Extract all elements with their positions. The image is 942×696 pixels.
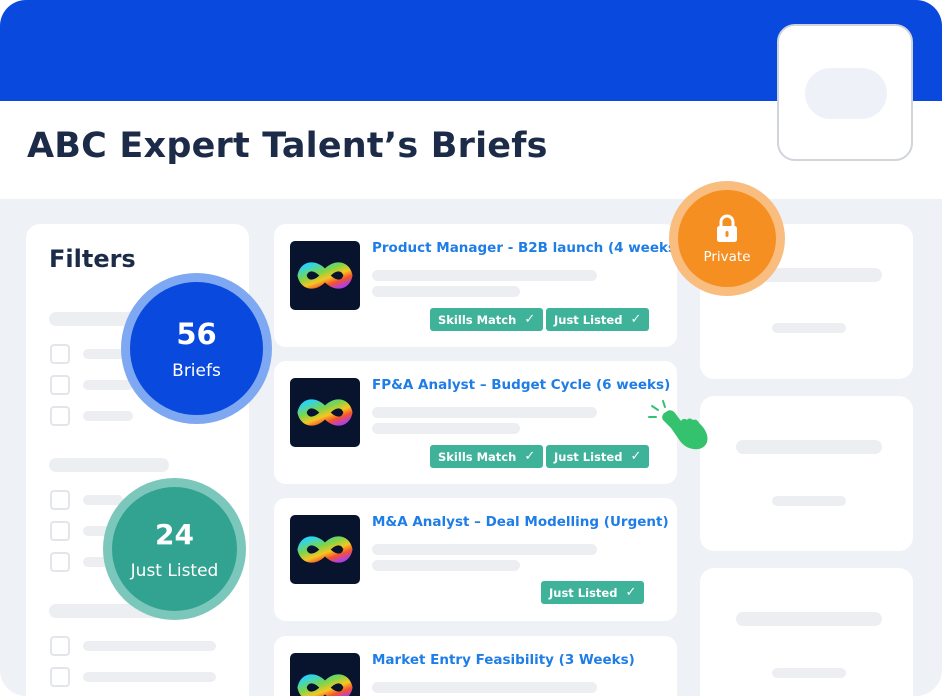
- badge-label: Just Listed: [554, 312, 623, 327]
- badge-label: Skills Match: [438, 449, 517, 464]
- skills-match-badge: Skills Match ✓: [430, 308, 544, 331]
- profile-card[interactable]: [777, 24, 913, 161]
- badge-label: Skills Match: [438, 312, 517, 327]
- check-icon: ✓: [524, 449, 536, 464]
- filters-title: Filters: [49, 245, 136, 273]
- text-placeholder: [372, 286, 520, 297]
- infinity-logo-svg: [297, 399, 353, 426]
- briefs-label: Briefs: [172, 360, 221, 381]
- filter-group-placeholder: [49, 458, 169, 472]
- lock-icon: [717, 214, 737, 242]
- text-placeholder: [372, 270, 597, 281]
- brief-title[interactable]: M&A Analyst – Deal Modelling (Urgent): [372, 514, 669, 530]
- filter-checkbox[interactable]: [50, 344, 70, 364]
- filter-checkbox[interactable]: [50, 375, 70, 395]
- just-listed-badge: Just Listed ✓: [546, 445, 650, 468]
- text-placeholder: [372, 423, 520, 434]
- brief-title[interactable]: Product Manager - B2B launch (4 weeks): [372, 240, 682, 256]
- infinity-logo-svg: [297, 262, 353, 289]
- check-icon: ✓: [625, 585, 637, 600]
- filter-option-placeholder: [83, 672, 216, 682]
- check-icon: ✓: [630, 312, 642, 327]
- just-listed-badge: Just Listed ✓: [541, 581, 645, 604]
- filter-checkbox[interactable]: [50, 490, 70, 510]
- briefs-count: 56: [176, 316, 217, 351]
- text-placeholder: [736, 440, 882, 454]
- brief-card[interactable]: FP&A Analyst – Budget Cycle (6 weeks) Sk…: [274, 361, 677, 484]
- brief-card[interactable]: Market Entry Feasibility (3 Weeks): [274, 636, 677, 696]
- brief-card[interactable]: M&A Analyst – Deal Modelling (Urgent) Ju…: [274, 498, 677, 621]
- text-placeholder: [772, 323, 846, 333]
- profile-placeholder-pill: [805, 68, 887, 119]
- filter-option-placeholder: [83, 411, 133, 421]
- side-card: [700, 396, 913, 551]
- just-listed-label: Just Listed: [130, 560, 219, 581]
- app-frame: ABC Expert Talent’s Briefs Filters Produ…: [0, 0, 942, 696]
- infinity-logo-icon: [290, 378, 360, 447]
- filter-checkbox[interactable]: [50, 636, 70, 656]
- pointer-hand-icon: [648, 400, 708, 450]
- filter-checkbox[interactable]: [50, 406, 70, 426]
- brief-title[interactable]: Market Entry Feasibility (3 Weeks): [372, 652, 635, 668]
- infinity-logo-svg: [297, 536, 353, 563]
- text-placeholder: [736, 612, 882, 626]
- check-icon: ✓: [630, 449, 642, 464]
- infinity-logo-svg: [297, 674, 353, 696]
- page-title: ABC Expert Talent’s Briefs: [27, 126, 548, 166]
- text-placeholder: [372, 560, 520, 571]
- private-label: Private: [703, 248, 751, 265]
- infinity-logo-icon: [290, 653, 360, 696]
- check-icon: ✓: [524, 312, 536, 327]
- briefs-count-badge: 56 Briefs: [121, 273, 272, 424]
- just-listed-count: 24: [155, 517, 194, 551]
- filter-checkbox[interactable]: [50, 667, 70, 687]
- filter-option-placeholder: [83, 380, 133, 390]
- brief-title[interactable]: FP&A Analyst – Budget Cycle (6 weeks): [372, 377, 670, 393]
- badge-label: Just Listed: [554, 449, 623, 464]
- text-placeholder: [772, 496, 846, 506]
- side-card: [700, 568, 913, 696]
- just-listed-count-badge: 24 Just Listed: [103, 478, 246, 620]
- text-placeholder: [772, 668, 846, 678]
- text-placeholder: [372, 407, 597, 418]
- filter-checkbox[interactable]: [50, 521, 70, 541]
- filter-checkbox[interactable]: [50, 552, 70, 572]
- infinity-logo-icon: [290, 241, 360, 310]
- brief-card[interactable]: Product Manager - B2B launch (4 weeks) S…: [274, 224, 682, 347]
- filter-option-placeholder: [83, 495, 123, 505]
- private-badge: Private: [669, 181, 785, 296]
- text-placeholder: [372, 544, 597, 555]
- just-listed-badge: Just Listed ✓: [546, 308, 650, 331]
- text-placeholder: [372, 682, 597, 693]
- badge-label: Just Listed: [549, 585, 618, 600]
- filter-option-placeholder: [83, 641, 216, 651]
- skills-match-badge: Skills Match ✓: [430, 445, 544, 468]
- infinity-logo-icon: [290, 515, 360, 584]
